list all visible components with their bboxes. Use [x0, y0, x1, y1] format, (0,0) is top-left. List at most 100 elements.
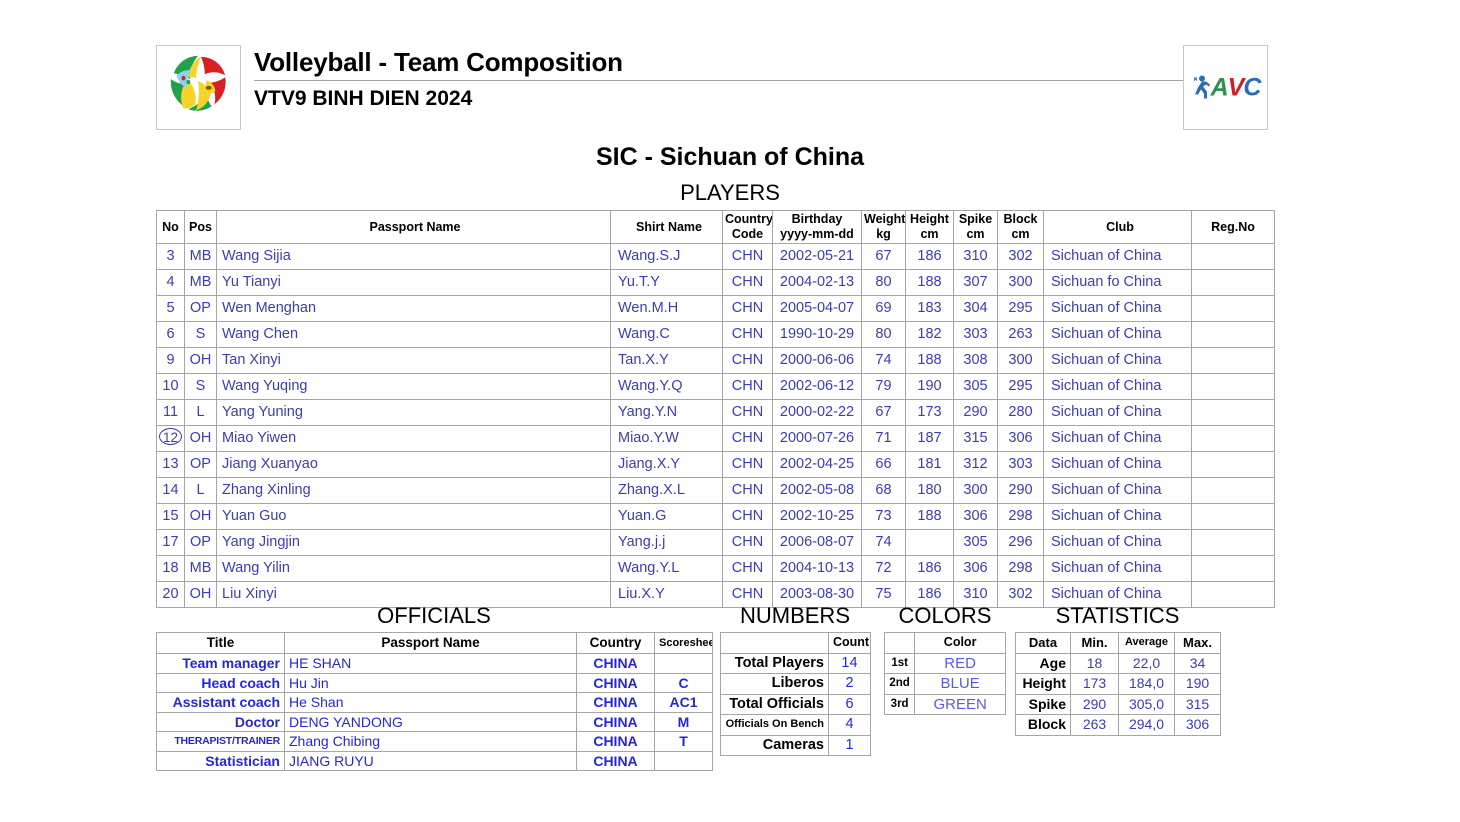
col-header-passport-name: Passport Name: [217, 211, 611, 244]
player-country-code: CHN: [723, 478, 773, 504]
table-row: 18MBWang YilinWang.Y.LCHN2004-10-1372186…: [157, 556, 1275, 582]
numbers-table-body: Total Players14Liberos2Total Officials6O…: [721, 653, 871, 756]
player-position: L: [185, 400, 217, 426]
player-passport-name: Miao Yiwen: [217, 426, 611, 452]
player-block: 296: [998, 530, 1044, 556]
player-position: MB: [185, 270, 217, 296]
stat-min: 290: [1071, 694, 1119, 715]
player-shirt-name: Zhang.X.L: [611, 478, 723, 504]
officials-heading: OFFICIALS: [156, 603, 712, 629]
stat-min: 173: [1071, 674, 1119, 695]
colors-table: Color 1stRED2ndBLUE3rdGREEN: [884, 632, 1006, 715]
player-number: 3: [157, 244, 185, 270]
official-title: Assistant coach: [157, 693, 285, 713]
player-shirt-name: Tan.X.Y: [611, 348, 723, 374]
player-spike: 303: [954, 322, 998, 348]
player-club: Sichuan of China: [1044, 452, 1192, 478]
table-row: Head coachHu JinCHINAC: [157, 673, 713, 693]
official-country: CHINA: [577, 732, 655, 752]
player-height: [906, 530, 954, 556]
player-position: L: [185, 478, 217, 504]
table-row: Liberos2: [721, 674, 871, 695]
player-block: 303: [998, 452, 1044, 478]
numbers-table: Count Total Players14Liberos2Total Offic…: [720, 632, 871, 756]
table-row: 6SWang ChenWang.CCHN1990-10-298018230326…: [157, 322, 1275, 348]
event-subtitle: VTV9 BINH DIEN 2024: [254, 86, 1268, 112]
stat-max: 34: [1175, 653, 1221, 674]
player-shirt-name: Wang.C: [611, 322, 723, 348]
player-spike: 310: [954, 244, 998, 270]
player-reg-no: [1192, 478, 1275, 504]
player-height: 188: [906, 270, 954, 296]
player-height: 186: [906, 244, 954, 270]
stat-data-label: Spike: [1016, 694, 1071, 715]
player-position: MB: [185, 244, 217, 270]
col-header-spike-line2: cm: [956, 227, 995, 242]
official-scoresheet-code: [655, 751, 713, 771]
player-birthday: 2006-08-07: [773, 530, 862, 556]
title-divider: [254, 80, 1268, 81]
player-club: Sichuan fo China: [1044, 270, 1192, 296]
team-composition-page: Volleyball - Team Composition VTV9 BINH …: [0, 0, 1460, 822]
col-header-weight: Weight kg: [862, 211, 906, 244]
table-row: THERAPIST/TRAINERZhang ChibingCHINAT: [157, 732, 713, 752]
official-passport-name: Hu Jin: [285, 673, 577, 693]
col-header-official-title: Title: [157, 633, 285, 654]
player-club: Sichuan of China: [1044, 322, 1192, 348]
player-height: 182: [906, 322, 954, 348]
official-scoresheet-code: C: [655, 673, 713, 693]
col-header-height-line1: Height: [908, 212, 951, 227]
player-position: OP: [185, 296, 217, 322]
col-header-no: No: [157, 211, 185, 244]
table-row: Height173184,0190: [1016, 674, 1221, 695]
player-passport-name: Zhang Xinling: [217, 478, 611, 504]
player-country-code: CHN: [723, 348, 773, 374]
stat-average: 184,0: [1119, 674, 1175, 695]
colors-table-head: Color: [885, 633, 1006, 654]
player-club: Sichuan of China: [1044, 530, 1192, 556]
col-header-official-scoresheet: Scoresheet: [655, 633, 713, 654]
table-row: Total Officials6: [721, 694, 871, 715]
player-club: Sichuan of China: [1044, 400, 1192, 426]
table-row: 13OPJiang XuanyaoJiang.X.YCHN2002-04-256…: [157, 452, 1275, 478]
player-weight: 66: [862, 452, 906, 478]
numbers-value: 6: [829, 694, 871, 715]
officials-table: Title Passport Name Country Scoresheet T…: [156, 632, 713, 771]
player-spike: 304: [954, 296, 998, 322]
col-header-height: Height cm: [906, 211, 954, 244]
col-header-birthday-line2: yyyy-mm-dd: [775, 227, 859, 242]
col-header-count: Count: [829, 633, 871, 654]
table-row: Cameras1: [721, 735, 871, 756]
col-header-birthday-line1: Birthday: [775, 212, 859, 227]
statistics-header-row: Data Min. Average Max.: [1016, 633, 1221, 654]
player-number: 12: [157, 426, 185, 452]
player-position: MB: [185, 556, 217, 582]
player-birthday: 2000-02-22: [773, 400, 862, 426]
table-row: 5OPWen MenghanWen.M.HCHN2005-04-07691833…: [157, 296, 1275, 322]
col-header-spike-line1: Spike: [956, 212, 995, 227]
player-weight: 79: [862, 374, 906, 400]
official-passport-name: Zhang Chibing: [285, 732, 577, 752]
colors-heading: COLORS: [884, 603, 1006, 629]
numbers-value: 2: [829, 674, 871, 695]
player-country-code: CHN: [723, 322, 773, 348]
player-shirt-name: Wen.M.H: [611, 296, 723, 322]
col-header-club: Club: [1044, 211, 1192, 244]
player-birthday: 2002-10-25: [773, 504, 862, 530]
numbers-table-head: Count: [721, 633, 871, 654]
player-country-code: CHN: [723, 270, 773, 296]
player-weight: 67: [862, 400, 906, 426]
numbers-value: 14: [829, 653, 871, 674]
official-country: CHINA: [577, 751, 655, 771]
player-passport-name: Yang Jingjin: [217, 530, 611, 556]
player-birthday: 2000-07-26: [773, 426, 862, 452]
colors-table-body: 1stRED2ndBLUE3rdGREEN: [885, 653, 1006, 715]
player-weight: 71: [862, 426, 906, 452]
player-country-code: CHN: [723, 426, 773, 452]
player-block: 295: [998, 296, 1044, 322]
player-weight: 80: [862, 270, 906, 296]
player-club: Sichuan of China: [1044, 556, 1192, 582]
table-row: 17OPYang JingjinYang.j.jCHN2006-08-07743…: [157, 530, 1275, 556]
colors-header-row: Color: [885, 633, 1006, 654]
players-section-heading: PLAYERS: [0, 180, 1460, 206]
